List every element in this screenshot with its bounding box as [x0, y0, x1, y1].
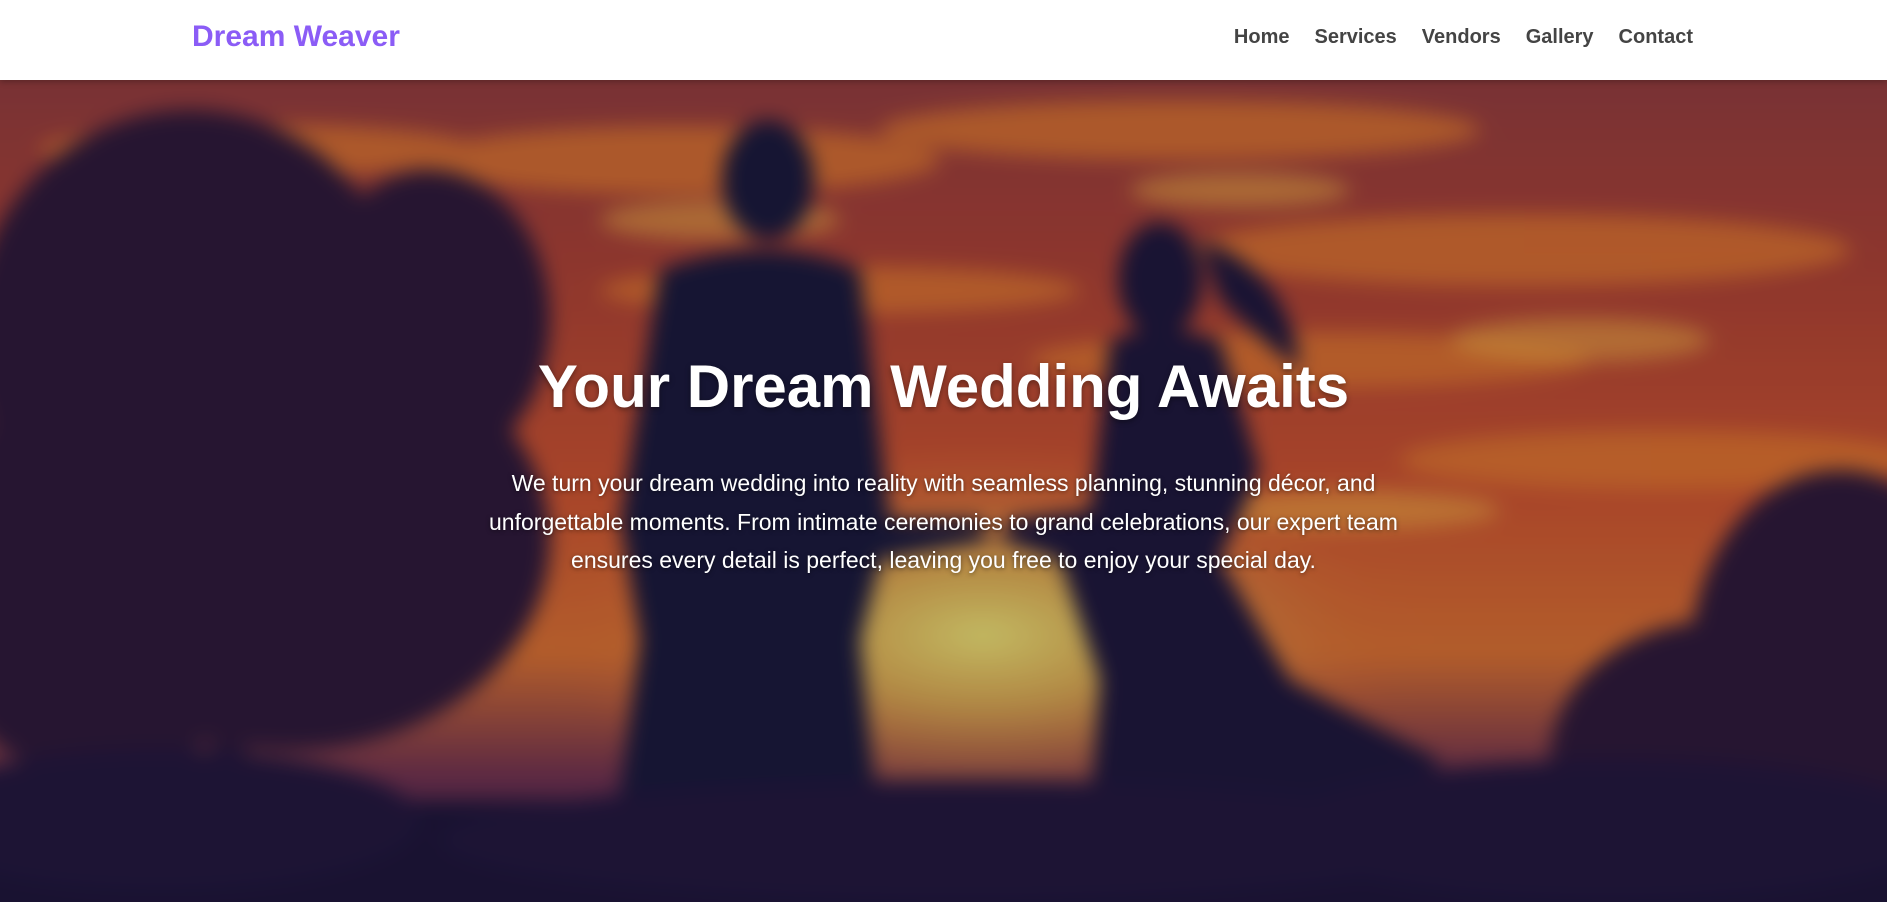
hero-description: We turn your dream wedding into reality … — [489, 470, 1398, 573]
hero-section: Your Dream Wedding Awaits We turn your d… — [0, 80, 1887, 902]
nav-link-services[interactable]: Services — [1315, 24, 1397, 50]
nav-link-gallery[interactable]: Gallery — [1526, 24, 1594, 50]
nav-link-contact[interactable]: Contact — [1619, 24, 1693, 50]
nav-menu: Home Services Vendors Gallery Contact — [1234, 24, 1693, 50]
nav-link-home[interactable]: Home — [1234, 24, 1290, 50]
brand-logo[interactable]: Dream Weaver — [192, 19, 400, 55]
navbar: Dream Weaver Home Services Vendors Galle… — [0, 0, 1887, 80]
nav-link-vendors[interactable]: Vendors — [1422, 24, 1501, 50]
hero-content: Your Dream Wedding Awaits We turn your d… — [0, 352, 1887, 580]
hero-title: Your Dream Wedding Awaits — [537, 353, 1350, 420]
